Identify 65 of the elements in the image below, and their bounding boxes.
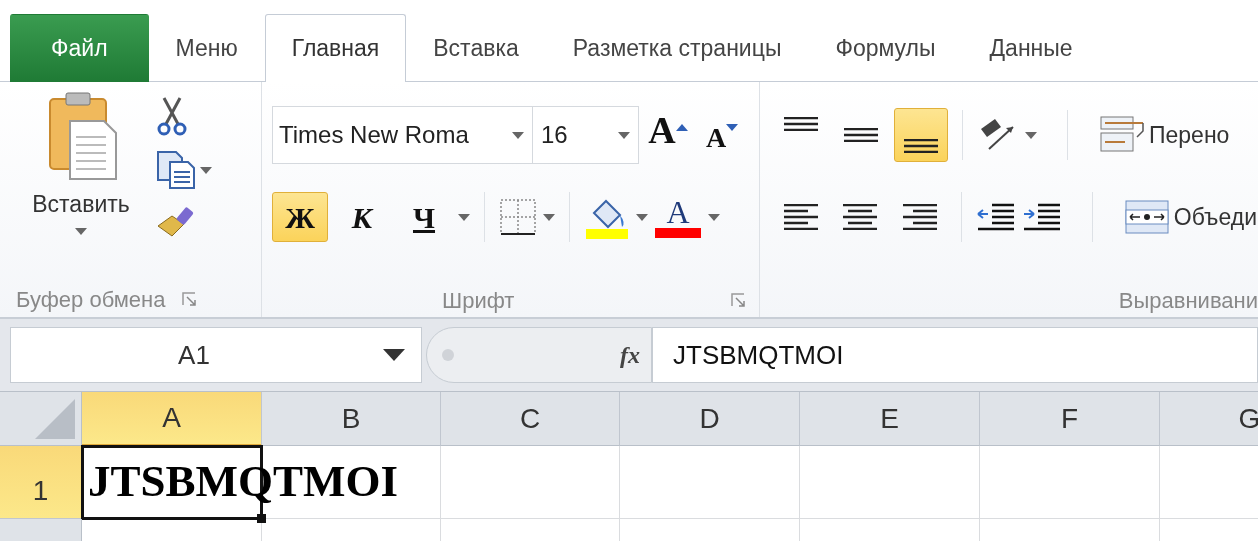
align-lines-icon xyxy=(783,204,818,230)
caret-icon[interactable] xyxy=(383,349,405,361)
grid-cell[interactable] xyxy=(441,446,620,519)
caret-icon[interactable] xyxy=(75,227,87,235)
align-bottom-button[interactable] xyxy=(894,108,948,162)
caret-icon[interactable] xyxy=(636,213,648,221)
align-lines-icon xyxy=(844,128,878,142)
insert-function-button[interactable]: fx xyxy=(619,336,641,374)
font-color-button[interactable]: A xyxy=(654,192,702,242)
column-header[interactable]: D xyxy=(620,392,800,446)
column-header[interactable]: B xyxy=(262,392,441,446)
ribbon-tab[interactable]: Главная xyxy=(264,14,407,82)
grid-cell[interactable] xyxy=(620,446,800,519)
caret-icon[interactable] xyxy=(458,213,470,221)
caret-icon[interactable] xyxy=(708,213,720,221)
grid-cell[interactable] xyxy=(980,446,1160,519)
align-lines-icon xyxy=(903,204,937,230)
align-lines-icon xyxy=(843,204,878,230)
row-header[interactable]: 1 xyxy=(0,446,82,519)
paste-button[interactable]: Вставить xyxy=(6,88,156,278)
column-header[interactable]: G xyxy=(1160,392,1258,446)
bold-button[interactable]: Ж xyxy=(272,192,328,242)
font-size-dropdown[interactable]: 16 xyxy=(532,106,639,164)
down-arrow-icon xyxy=(726,124,739,131)
italic-button[interactable]: К xyxy=(334,192,390,242)
merge-cells-button[interactable]: Объеди xyxy=(1122,198,1258,236)
file-tab[interactable]: Файл xyxy=(10,14,149,82)
brush-icon[interactable] xyxy=(156,204,196,238)
wrap-text-button[interactable]: Перено xyxy=(1098,112,1231,158)
align-lines-icon xyxy=(784,117,818,131)
dialog-launcher-icon[interactable] xyxy=(181,292,196,306)
ribbon-tab[interactable]: Вставка xyxy=(406,14,546,82)
name-box[interactable]: A1 xyxy=(10,327,422,383)
group-title: Выравнивани xyxy=(1118,286,1258,315)
ribbon-tab[interactable]: Меню xyxy=(148,14,265,82)
color-bar xyxy=(655,228,701,238)
fill-handle[interactable] xyxy=(257,514,266,523)
group-title: Шрифт xyxy=(442,286,515,315)
dialog-launcher-icon[interactable] xyxy=(731,293,745,307)
caret-icon[interactable] xyxy=(200,166,212,174)
column-header[interactable]: C xyxy=(441,392,620,446)
merge-cells-icon xyxy=(1123,199,1170,235)
grid-cell[interactable] xyxy=(800,446,980,519)
underline-button[interactable]: Ч xyxy=(396,192,452,242)
grow-font-button[interactable]: A xyxy=(643,110,693,160)
formula-field[interactable]: JTSBMQTMOI xyxy=(652,327,1258,383)
ribbon-tab[interactable]: Данные xyxy=(962,14,1100,82)
column-header[interactable]: A xyxy=(82,392,262,446)
shrink-font-button[interactable]: A xyxy=(697,110,747,160)
column-header[interactable]: E xyxy=(800,392,980,446)
caret-icon[interactable] xyxy=(543,213,555,221)
ribbon-tab[interactable]: Формулы xyxy=(808,14,963,82)
align-lines-icon xyxy=(904,139,938,153)
font-name-dropdown[interactable]: Times New Roma xyxy=(272,106,533,164)
scissors-icon[interactable] xyxy=(156,96,188,136)
up-arrow-icon xyxy=(675,124,688,131)
copy-icon[interactable] xyxy=(156,150,196,190)
resize-handle-icon[interactable] xyxy=(441,348,455,362)
column-header[interactable]: F xyxy=(980,392,1160,446)
borders-icon[interactable] xyxy=(499,198,537,236)
caret-icon[interactable] xyxy=(618,131,630,139)
ribbon-tab[interactable]: Разметка страницы xyxy=(545,14,809,82)
group-title: Буфер обмена xyxy=(16,285,166,314)
caret-icon[interactable] xyxy=(1025,131,1037,139)
caret-icon[interactable] xyxy=(512,131,524,139)
